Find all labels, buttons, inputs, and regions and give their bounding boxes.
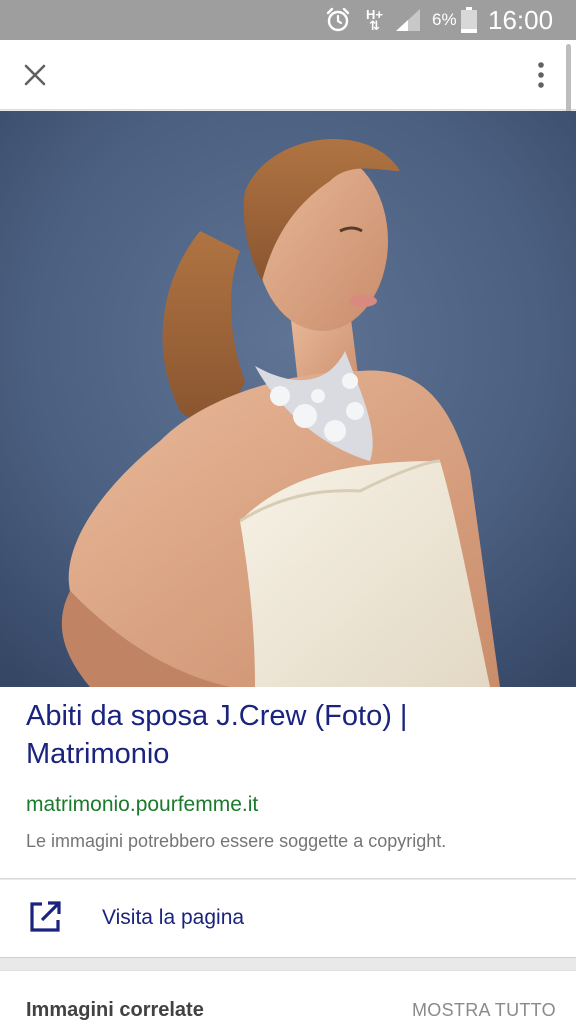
status-bar: H+ ⇅ 6% 16:00 <box>0 0 576 40</box>
open-in-new-icon <box>28 900 62 934</box>
show-all-button[interactable]: MOSTRA TUTTO <box>412 1000 556 1021</box>
copyright-note: Le immagini potrebbero essere soggette a… <box>26 831 447 851</box>
related-images-title: Immagini correlate <box>26 999 204 1021</box>
more-vert-icon[interactable] <box>524 58 558 92</box>
battery-percent: 6% <box>432 10 457 29</box>
network-activity: ⇅ <box>369 18 380 33</box>
app-bar <box>0 40 576 110</box>
clock: 16:00 <box>488 4 554 35</box>
visit-page-button[interactable]: Visita la pagina <box>0 880 576 958</box>
result-domain: matrimonio.pourfemme.it <box>26 793 259 816</box>
alarm-icon <box>324 0 352 40</box>
related-images-section: Immagini correlate MOSTRA TUTTO <box>0 970 576 1024</box>
result-image[interactable] <box>0 111 576 687</box>
battery-icon <box>460 0 478 40</box>
network-indicator: H+ ⇅ <box>366 0 383 40</box>
signal-icon <box>394 0 424 40</box>
result-info-card: Abiti da sposa J.Crew (Foto) | Matrimoni… <box>0 687 576 879</box>
close-icon[interactable] <box>18 58 52 92</box>
result-title[interactable]: Abiti da sposa J.Crew (Foto) | Matrimoni… <box>26 697 546 773</box>
visit-page-label: Visita la pagina <box>102 906 245 929</box>
